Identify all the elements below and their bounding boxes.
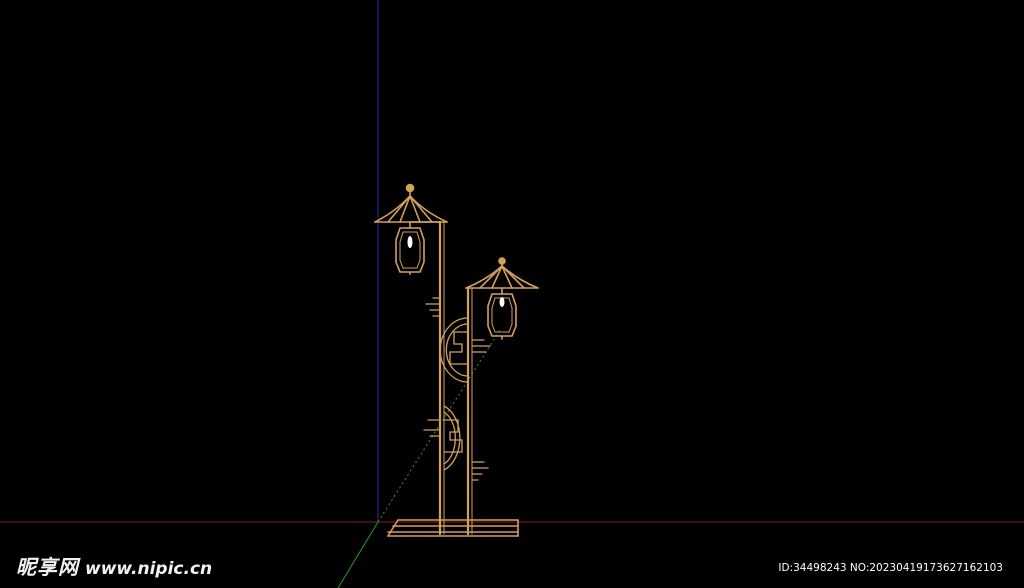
semicircle-ornament-lower bbox=[423, 405, 463, 471]
watermark-logo: 昵享网 www.nipic.cn bbox=[16, 551, 212, 580]
short-pole-bars-bottom bbox=[471, 461, 489, 481]
short-pole bbox=[466, 286, 473, 536]
tall-lamp-roof bbox=[374, 183, 448, 223]
watermark-id: ID:34498243 NO:20230419173627162103 bbox=[778, 562, 1003, 574]
watermark-logo-url: www.nipic.cn bbox=[85, 559, 213, 579]
short-lantern bbox=[487, 287, 517, 340]
watermark-logo-cn: 昵享网 bbox=[16, 555, 79, 579]
street-lamp-model-icon[interactable] bbox=[374, 183, 539, 537]
short-lamp-roof bbox=[465, 257, 539, 289]
semicircle-ornament-upper bbox=[439, 317, 491, 383]
tall-lantern-bulb bbox=[407, 236, 413, 248]
tall-pole-bars-top bbox=[425, 297, 441, 317]
short-lantern-bulb bbox=[499, 297, 505, 307]
modeling-viewport[interactable]: 昵享网 www.nipic.cn ID:34498243 NO:20230419… bbox=[0, 0, 1024, 588]
green-axis bbox=[337, 521, 379, 588]
3d-scene[interactable] bbox=[0, 0, 1024, 588]
tall-pole bbox=[438, 220, 445, 536]
